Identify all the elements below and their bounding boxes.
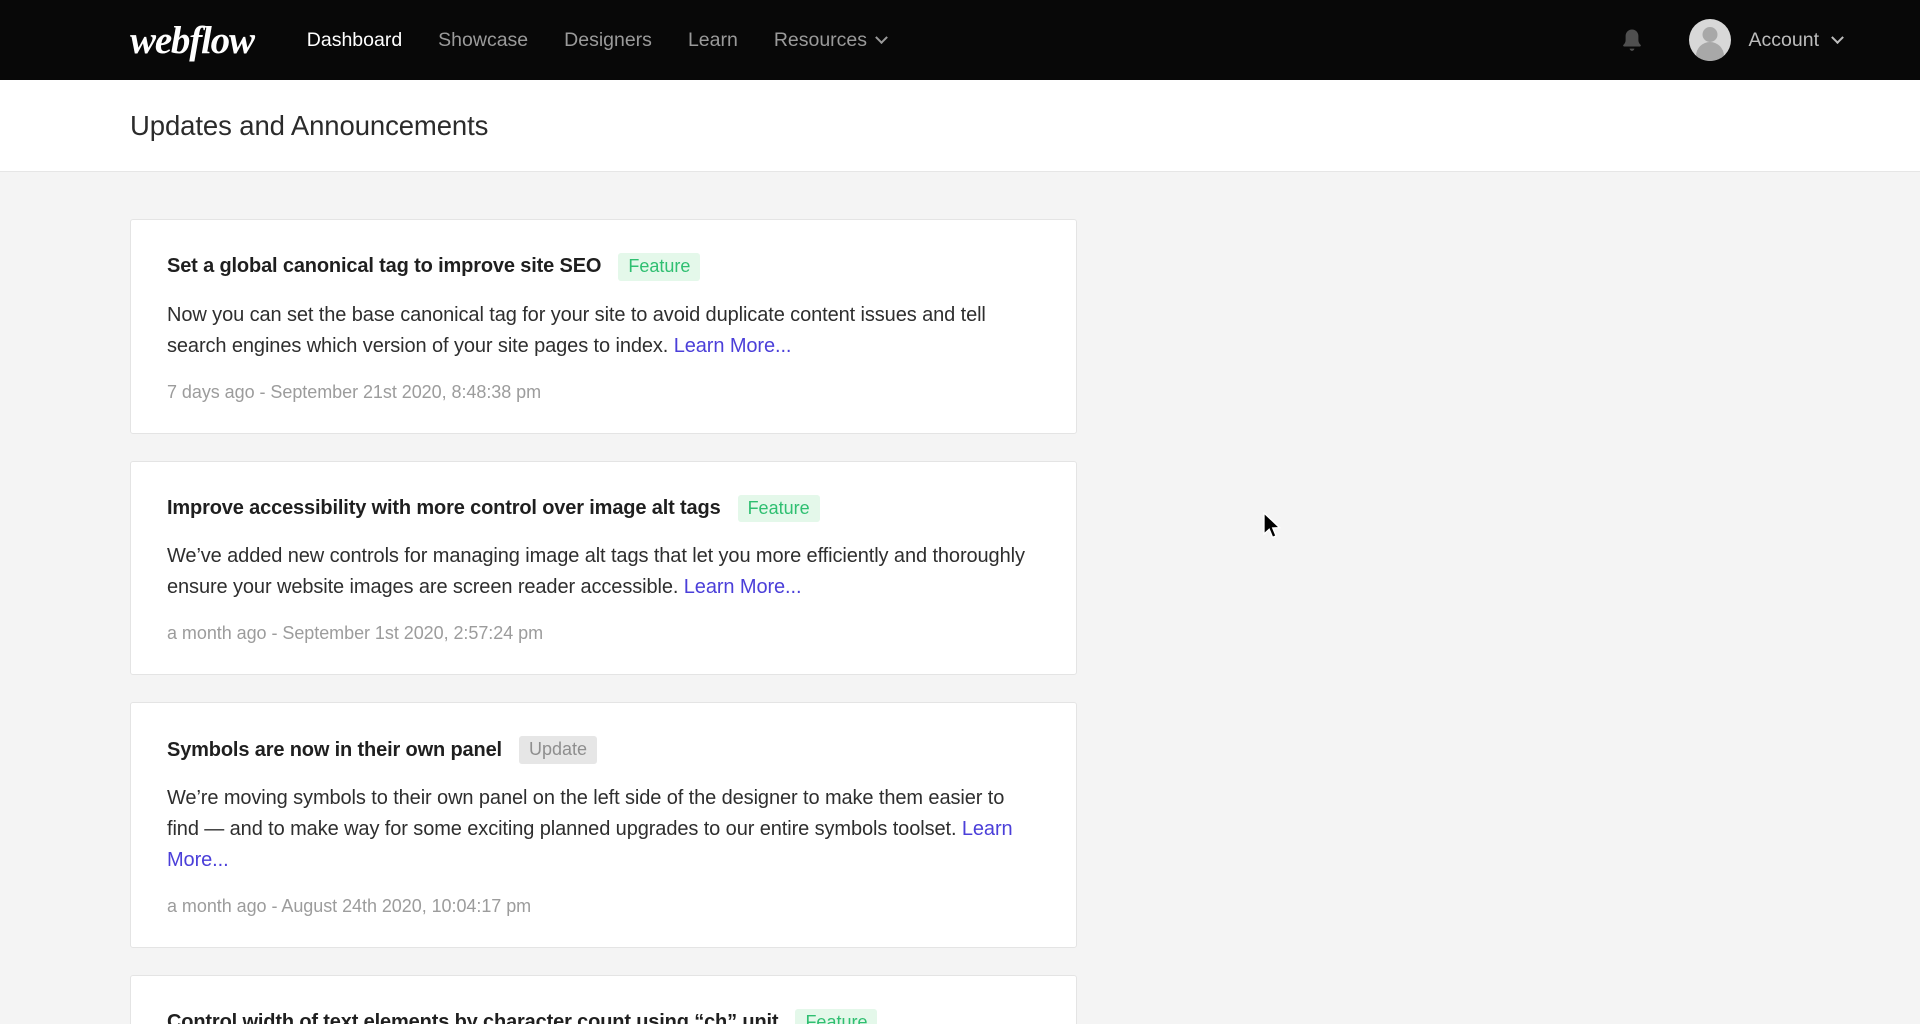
announcement-title: Control width of text elements by charac… [167,1011,779,1024]
avatar-body [1695,42,1724,61]
announcement-body-text: We’re moving symbols to their own panel … [167,787,1005,841]
nav-right-group: Account [1609,0,1920,80]
status-badge: Feature [737,494,820,523]
announcement-body: Now you can set the base canonical tag f… [167,300,1040,362]
announcement-title-row: Control width of text elements by charac… [167,1009,1040,1024]
announcement-title-row: Symbols are now in their own panel Update [167,736,1040,765]
announcement-body-text: Now you can set the base canonical tag f… [167,303,986,357]
announcement-timestamp: a month ago - August 24th 2020, 10:04:17… [167,896,532,917]
learn-more-link[interactable]: Learn More... [674,335,792,357]
avatar-head [1702,27,1718,42]
nav-left-group: webflow Dashboard Showcase Designers Learn R… [0,0,904,80]
announcement-title: Set a global canonical tag to improve si… [167,255,602,278]
nav-item-designers[interactable]: Designers [546,0,670,80]
status-badge: Update [518,736,598,765]
chevron-down-icon [875,30,888,44]
announcement-timestamp: 7 days ago - September 21st 2020, 8:48:3… [167,381,542,402]
page-title: Updates and Announcements [130,109,489,141]
announcement-card: Improve accessibility with more control … [130,460,1077,676]
nav-item-label: Showcase [438,28,529,51]
learn-more-link[interactable]: Learn More... [684,576,802,598]
notifications-button[interactable] [1609,17,1655,63]
nav-item-label: Dashboard [306,28,403,51]
announcement-body-text: We’ve added new controls for managing im… [167,545,1025,599]
nav-item-showcase[interactable]: Showcase [420,0,546,80]
nav-item-label: Designers [564,28,652,51]
status-badge: Feature [795,1009,878,1024]
nav-item-label: Learn [687,28,738,51]
announcement-timestamp: a month ago - September 1st 2020, 2:57:2… [167,623,544,644]
announcement-title-row: Set a global canonical tag to improve si… [167,253,1040,281]
announcements-list: Set a global canonical tag to improve si… [0,172,1920,1024]
page-header: Updates and Announcements [0,80,1920,172]
announcement-card: Control width of text elements by charac… [130,975,1077,1024]
announcement-title: Improve accessibility with more control … [167,497,721,520]
announcement-body: We’ve added new controls for managing im… [167,541,1040,603]
announcement-title: Symbols are now in their own panel [167,738,502,761]
nav-links: Dashboard Showcase Designers Learn Resources [289,0,904,80]
nav-item-label: Resources [773,28,868,51]
announcement-card: Set a global canonical tag to improve si… [130,219,1077,434]
account-label: Account [1748,28,1819,51]
nav-item-dashboard[interactable]: Dashboard [289,0,420,80]
top-navigation-bar: webflow Dashboard Showcase Designers Learn R… [0,0,1920,80]
nav-item-learn[interactable]: Learn [670,0,756,80]
status-badge: Feature [618,253,701,281]
nav-item-resources[interactable]: Resources [756,0,904,80]
chevron-down-icon [1831,30,1844,44]
announcement-title-row: Improve accessibility with more control … [167,494,1040,523]
announcement-card: Symbols are now in their own panel Update… [130,702,1077,949]
announcement-body: We’re moving symbols to their own panel … [167,783,1040,876]
avatar [1688,19,1731,61]
webflow-logo[interactable]: webflow [130,21,255,60]
account-menu-button[interactable]: Account [1688,0,1844,80]
bell-icon [1622,29,1641,51]
